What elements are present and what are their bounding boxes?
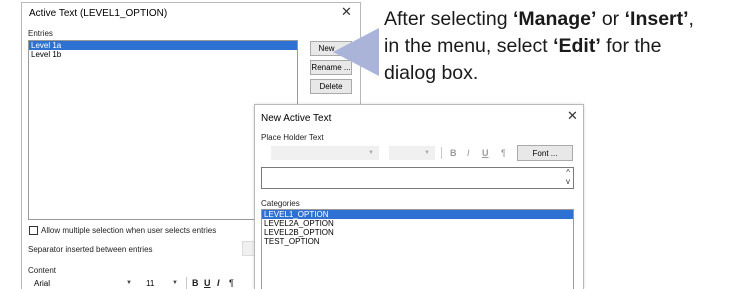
annotation-text: in the menu, select: [384, 35, 554, 57]
font-dropdown[interactable]: Arial ▼: [28, 276, 136, 289]
chevron-down-icon: ▼: [368, 150, 374, 156]
annotation-text: After selecting: [384, 8, 513, 30]
close-icon[interactable]: ✕: [567, 109, 578, 124]
pilcrow-button[interactable]: ¶: [501, 148, 506, 158]
annotation-line-1: After selecting ‘Manage’ or ‘Insert’,: [384, 6, 734, 33]
instruction-annotation: After selecting ‘Manage’ or ‘Insert’, in…: [384, 6, 734, 87]
underline-button[interactable]: U: [482, 148, 489, 158]
annotation-text: or: [596, 8, 625, 30]
entries-label: Entries: [28, 29, 53, 38]
entry-item[interactable]: Level 1a: [29, 41, 297, 50]
allow-multiple-checkbox[interactable]: [29, 226, 38, 235]
toolbar-separator: [441, 147, 442, 159]
chevron-down-icon: ▼: [172, 280, 178, 286]
pilcrow-button[interactable]: ¶: [229, 278, 234, 288]
placeholder-label: Place Holder Text: [261, 133, 324, 142]
separator-label: Separator inserted between entries: [28, 245, 153, 254]
font-button[interactable]: Font ...: [517, 145, 573, 161]
annotation-insert: ‘Insert’: [624, 8, 689, 30]
dialog-title: New Active Text: [261, 113, 332, 124]
underline-button[interactable]: U: [204, 278, 211, 288]
placeholder-text-input[interactable]: ^ v: [261, 167, 574, 189]
categories-list[interactable]: LEVEL1_OPTION LEVEL2A_OPTION LEVEL2B_OPT…: [261, 209, 574, 289]
spin-up-icon[interactable]: ^: [566, 168, 570, 177]
annotation-edit: ‘Edit’: [553, 35, 601, 57]
category-item[interactable]: LEVEL1_OPTION: [262, 210, 573, 219]
category-item[interactable]: LEVEL2B_OPTION: [262, 228, 573, 237]
allow-multiple-label: Allow multiple selection when user selec…: [41, 226, 217, 235]
delete-entry-button[interactable]: Delete: [310, 79, 352, 94]
dialog-title: Active Text (LEVEL1_OPTION): [29, 8, 168, 19]
content-label: Content: [28, 266, 57, 275]
bold-button[interactable]: B: [450, 148, 457, 158]
annotation-manage: ‘Manage’: [512, 8, 597, 30]
close-icon[interactable]: ✕: [341, 5, 352, 20]
annotation-text: ,: [688, 8, 694, 30]
font-value: Arial: [34, 278, 51, 288]
toolbar-separator: [186, 277, 187, 289]
annotation-line-2: in the menu, select ‘Edit’ for the: [384, 33, 734, 60]
bold-button[interactable]: B: [192, 278, 199, 288]
new-active-text-dialog: New Active Text ✕ Place Holder Text ▼ ▼ …: [254, 104, 584, 289]
category-item[interactable]: TEST_OPTION: [262, 237, 573, 246]
font-size-value: 11: [146, 278, 155, 288]
chevron-down-icon: ▼: [424, 150, 430, 156]
font-dropdown[interactable]: ▼: [271, 146, 379, 160]
chevron-down-icon: ▼: [126, 280, 132, 286]
italic-button[interactable]: I: [467, 148, 470, 158]
callout-pointer: [333, 28, 379, 76]
font-size-dropdown[interactable]: 11 ▼: [140, 276, 182, 289]
italic-button[interactable]: I: [217, 278, 220, 288]
font-size-dropdown[interactable]: ▼: [389, 146, 435, 160]
spin-down-icon[interactable]: v: [566, 177, 570, 186]
category-item[interactable]: LEVEL2A_OPTION: [262, 219, 573, 228]
annotation-line-3: dialog box.: [384, 62, 479, 84]
categories-label: Categories: [261, 199, 300, 208]
annotation-text: for the: [600, 35, 662, 57]
entry-item[interactable]: Level 1b: [29, 50, 297, 59]
